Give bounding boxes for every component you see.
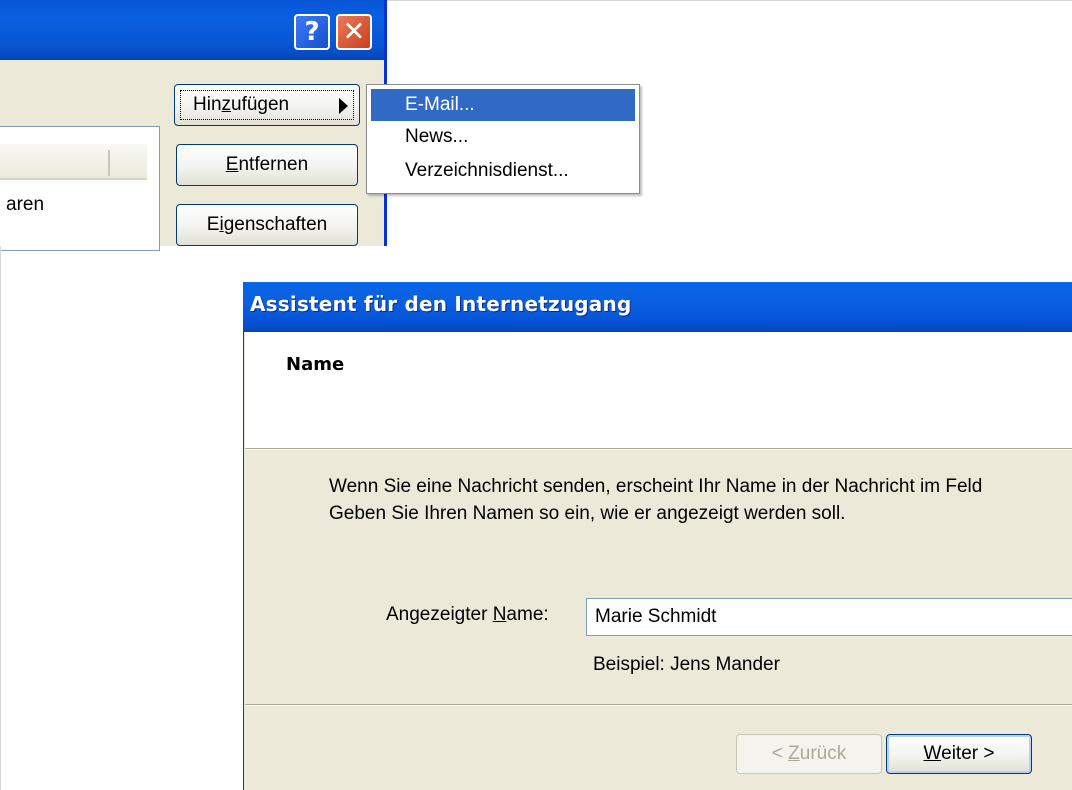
header-divider (245, 448, 1072, 450)
display-name-input[interactable] (586, 598, 1072, 636)
list-column-header[interactable] (0, 144, 147, 180)
back-button[interactable]: < Zurück (736, 734, 882, 774)
screen-edge-divider (387, 0, 1072, 1)
menu-item-directory-service[interactable]: Verzeichnisdienst... (371, 155, 635, 187)
page-title: Name (286, 354, 345, 375)
column-divider[interactable] (108, 150, 110, 176)
add-submenu: E-Mail... News... Verzeichnisdienst... (366, 84, 640, 194)
next-button[interactable]: Weiter > (886, 734, 1032, 774)
example-hint: Beispiel: Jens Mander (593, 654, 780, 675)
help-button[interactable]: ? (294, 14, 330, 50)
screen-edge-divider (0, 246, 1, 790)
menu-item-news[interactable]: News... (371, 121, 635, 153)
wizard-title: Assistent für den Internetzugang (250, 292, 632, 316)
description-line-1: Wenn Sie eine Nachricht senden, erschein… (329, 476, 983, 497)
properties-button[interactable]: Eigenschaften (176, 204, 358, 246)
wizard-header-panel (245, 332, 1072, 448)
close-button[interactable]: ✕ (336, 14, 372, 50)
display-name-label: Angezeigter Name: (386, 604, 549, 625)
description-line-2: Geben Sie Ihren Namen so ein, wie er ang… (329, 503, 846, 524)
remove-button[interactable]: Entfernen (176, 144, 358, 186)
submenu-arrow-icon (339, 98, 348, 114)
close-icon: ✕ (342, 16, 366, 48)
footer-divider (245, 704, 1072, 706)
add-button-label: Hinzufügen (180, 90, 354, 120)
menu-item-email[interactable]: E-Mail... (371, 89, 635, 121)
help-icon: ? (304, 17, 320, 47)
list-item[interactable]: aren (6, 194, 44, 216)
